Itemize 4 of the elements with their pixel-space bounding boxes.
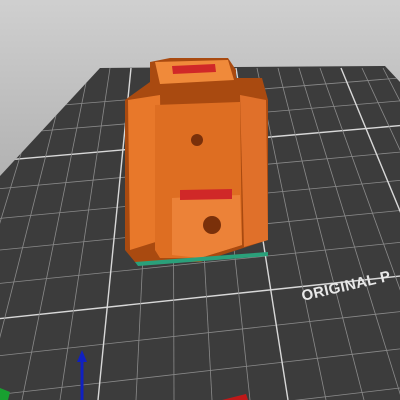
bed-label: ORIGINAL P — [299, 266, 394, 307]
y-axis-arrow — [0, 388, 10, 400]
x-axis-arrow — [222, 394, 248, 400]
z-axis-arrow — [77, 350, 87, 400]
